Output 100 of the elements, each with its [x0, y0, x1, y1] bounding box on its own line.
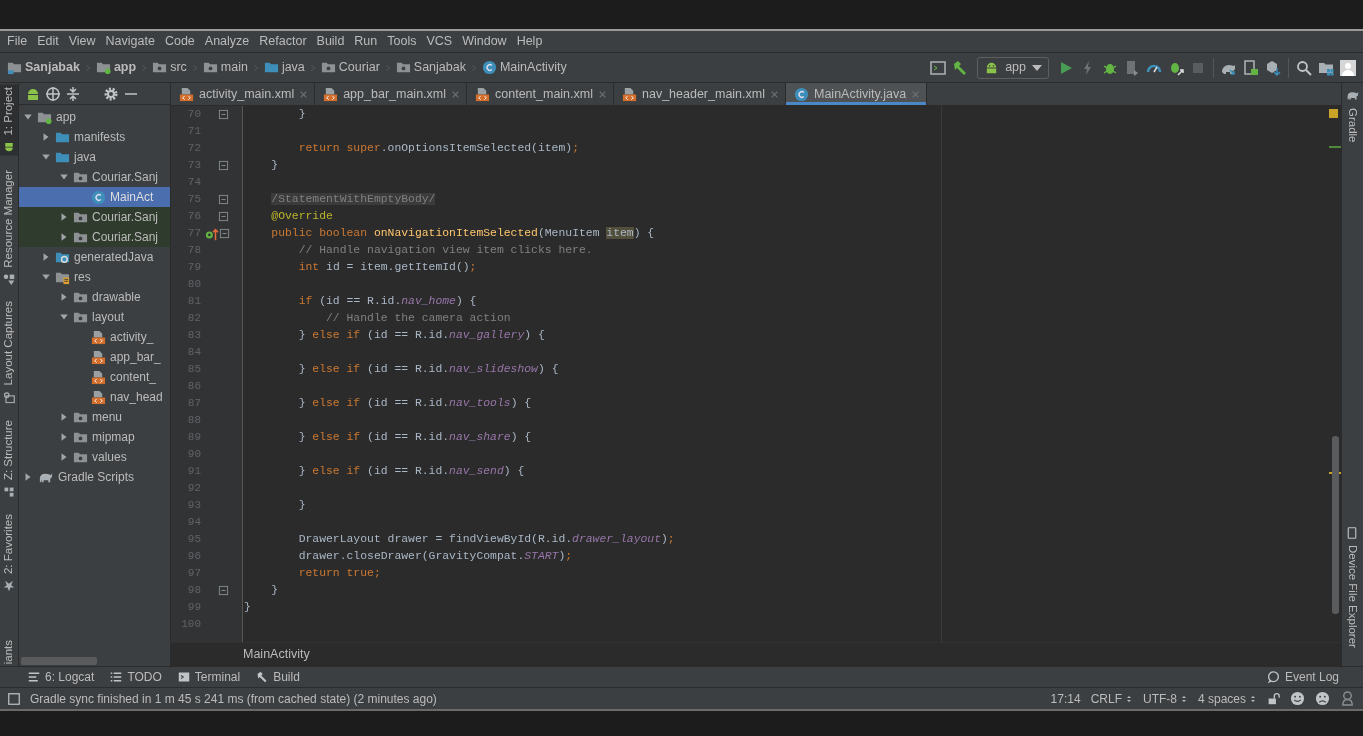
tool-window-tab[interactable]: 2: Favorites — [0, 511, 18, 594]
caret-icon[interactable] — [41, 132, 51, 142]
panel-icon[interactable] — [8, 692, 20, 705]
encoding-dropdown[interactable]: UTF-8 — [1142, 689, 1188, 708]
menu-bar-entry[interactable]: Navigate — [100, 32, 160, 51]
run-icon[interactable] — [1058, 59, 1074, 76]
caret-icon[interactable] — [59, 432, 69, 442]
tree-item[interactable]: drawable — [19, 287, 170, 307]
tree-item[interactable]: Couriar.Sanj — [19, 227, 170, 247]
menu-bar-entry[interactable]: Help — [511, 32, 548, 51]
menu-bar-entry[interactable]: Build — [311, 32, 350, 51]
tree-item[interactable]: content_ — [19, 367, 170, 387]
caret-icon[interactable] — [59, 312, 69, 322]
tree-item[interactable]: values — [19, 447, 170, 467]
caret-icon[interactable] — [59, 452, 69, 462]
tool-window-button[interactable]: TODO — [110, 668, 162, 686]
tool-window-tab[interactable]: Resource Manager — [0, 167, 18, 288]
tool-window-button[interactable]: 6: Logcat — [28, 668, 95, 686]
caret-icon[interactable] — [41, 252, 51, 262]
tree-item[interactable]: activity_ — [19, 327, 170, 347]
fold-icon[interactable] — [219, 228, 230, 239]
menu-bar-entry[interactable]: Analyze — [199, 32, 255, 51]
caret-icon[interactable] — [41, 152, 51, 162]
layout-window-icon[interactable] — [930, 59, 947, 76]
tree-item[interactable]: app_bar_ — [19, 347, 170, 367]
tree-item[interactable]: app — [19, 107, 170, 127]
fold-icon[interactable] — [218, 109, 229, 120]
override-icon[interactable] — [205, 226, 219, 241]
breadcrumb-item[interactable]: java — [260, 58, 308, 77]
tool-window-button[interactable]: Build — [256, 668, 300, 686]
frown-icon[interactable] — [1315, 691, 1330, 706]
line-separator-dropdown[interactable]: CRLF — [1090, 689, 1133, 708]
menu-bar-entry[interactable]: View — [63, 32, 101, 51]
scrollbar[interactable] — [21, 657, 97, 665]
hammer-icon[interactable] — [952, 59, 969, 76]
xml-file-icon — [179, 86, 194, 102]
tree-item[interactable]: Gradle Scripts — [19, 467, 170, 487]
menu-bar-entry[interactable]: Run — [349, 32, 383, 51]
inspector-icon[interactable] — [1340, 691, 1355, 706]
tree-item[interactable]: Couriar.Sanj — [19, 207, 170, 227]
caret-icon[interactable] — [23, 112, 33, 122]
caret-icon[interactable] — [59, 412, 69, 422]
menu-bar-entry[interactable]: File — [2, 32, 33, 51]
tree-item[interactable]: Couriar.Sanj — [19, 167, 170, 187]
breadcrumb-item[interactable]: MainActivity — [243, 645, 310, 664]
tool-window-tab[interactable]: iants — [0, 637, 18, 666]
fold-icon[interactable] — [218, 194, 229, 205]
run-configuration-dropdown[interactable]: app — [977, 56, 1049, 79]
tool-window-tab[interactable]: Device File Explorer — [1342, 525, 1362, 650]
breadcrumb-item[interactable]: src — [149, 58, 190, 77]
breadcrumb-item[interactable]: Sanjabak — [392, 58, 469, 77]
device-manager-icon[interactable] — [1243, 59, 1259, 76]
caret-icon[interactable] — [59, 232, 69, 242]
menu-bar-entry[interactable]: VCS — [421, 32, 458, 51]
breadcrumb-item[interactable]: app — [92, 58, 140, 77]
lock-icon[interactable] — [1267, 692, 1280, 705]
tree-item[interactable]: menu — [19, 407, 170, 427]
caret-icon[interactable] — [59, 172, 69, 182]
caret-icon[interactable] — [59, 292, 69, 302]
user-avatar[interactable] — [1340, 59, 1356, 76]
tree-item[interactable]: generatedJava — [19, 247, 170, 267]
menu-bar-entry[interactable]: Window — [457, 32, 512, 51]
fold-icon[interactable] — [218, 585, 229, 596]
tree-item[interactable]: nav_head — [19, 387, 170, 407]
menu-bar-entry[interactable]: Refactor — [254, 32, 312, 51]
tree-item[interactable]: res — [19, 267, 170, 287]
sdk-icon[interactable] — [1265, 59, 1281, 76]
tool-window-tab[interactable]: 1: Project — [0, 85, 18, 156]
search-icon[interactable] — [1296, 59, 1312, 76]
tree-item[interactable]: java — [19, 147, 170, 167]
tool-window-tab[interactable]: Z: Structure — [0, 417, 18, 500]
collapse-icon[interactable] — [65, 85, 81, 102]
caret-position[interactable]: 17:14 — [1050, 689, 1081, 708]
tree-item[interactable]: mipmap — [19, 427, 170, 447]
settings-icon[interactable] — [103, 85, 119, 102]
breadcrumb-item[interactable]: main — [199, 58, 251, 77]
smiley-icon[interactable] — [1290, 691, 1305, 706]
tool-window-tab[interactable]: Gradle — [1342, 87, 1362, 145]
menu-bar-entry[interactable]: Edit — [32, 32, 64, 51]
breadcrumb-item[interactable]: Sanjabak — [4, 58, 83, 77]
menu-bar-entry[interactable]: Code — [159, 32, 200, 51]
tree-item[interactable]: MainAct — [19, 187, 170, 207]
tree-item[interactable]: manifests — [19, 127, 170, 147]
caret-icon[interactable] — [41, 272, 51, 282]
tool-window-tab[interactable]: Layout Captures — [0, 299, 18, 406]
fold-icon[interactable] — [218, 160, 229, 171]
crosshair-icon[interactable] — [45, 85, 61, 102]
breadcrumb-item[interactable]: Couriar — [317, 58, 383, 77]
menu-bar-entry[interactable]: Tools — [382, 32, 422, 51]
event-log-button[interactable]: Event Log — [1266, 668, 1339, 686]
xml-file-icon — [323, 86, 339, 102]
breadcrumb-item[interactable]: MainActivity — [478, 58, 570, 77]
indent-dropdown[interactable]: 4 spaces — [1197, 689, 1257, 708]
tool-window-button[interactable]: Terminal — [177, 668, 241, 686]
fold-icon[interactable] — [218, 211, 229, 222]
file-tab[interactable]: MainActivity.java — [786, 83, 928, 105]
tree-item[interactable]: layout — [19, 307, 170, 327]
caret-icon[interactable] — [23, 472, 33, 482]
caret-icon[interactable] — [59, 212, 69, 222]
device-icon[interactable] — [1124, 59, 1140, 76]
